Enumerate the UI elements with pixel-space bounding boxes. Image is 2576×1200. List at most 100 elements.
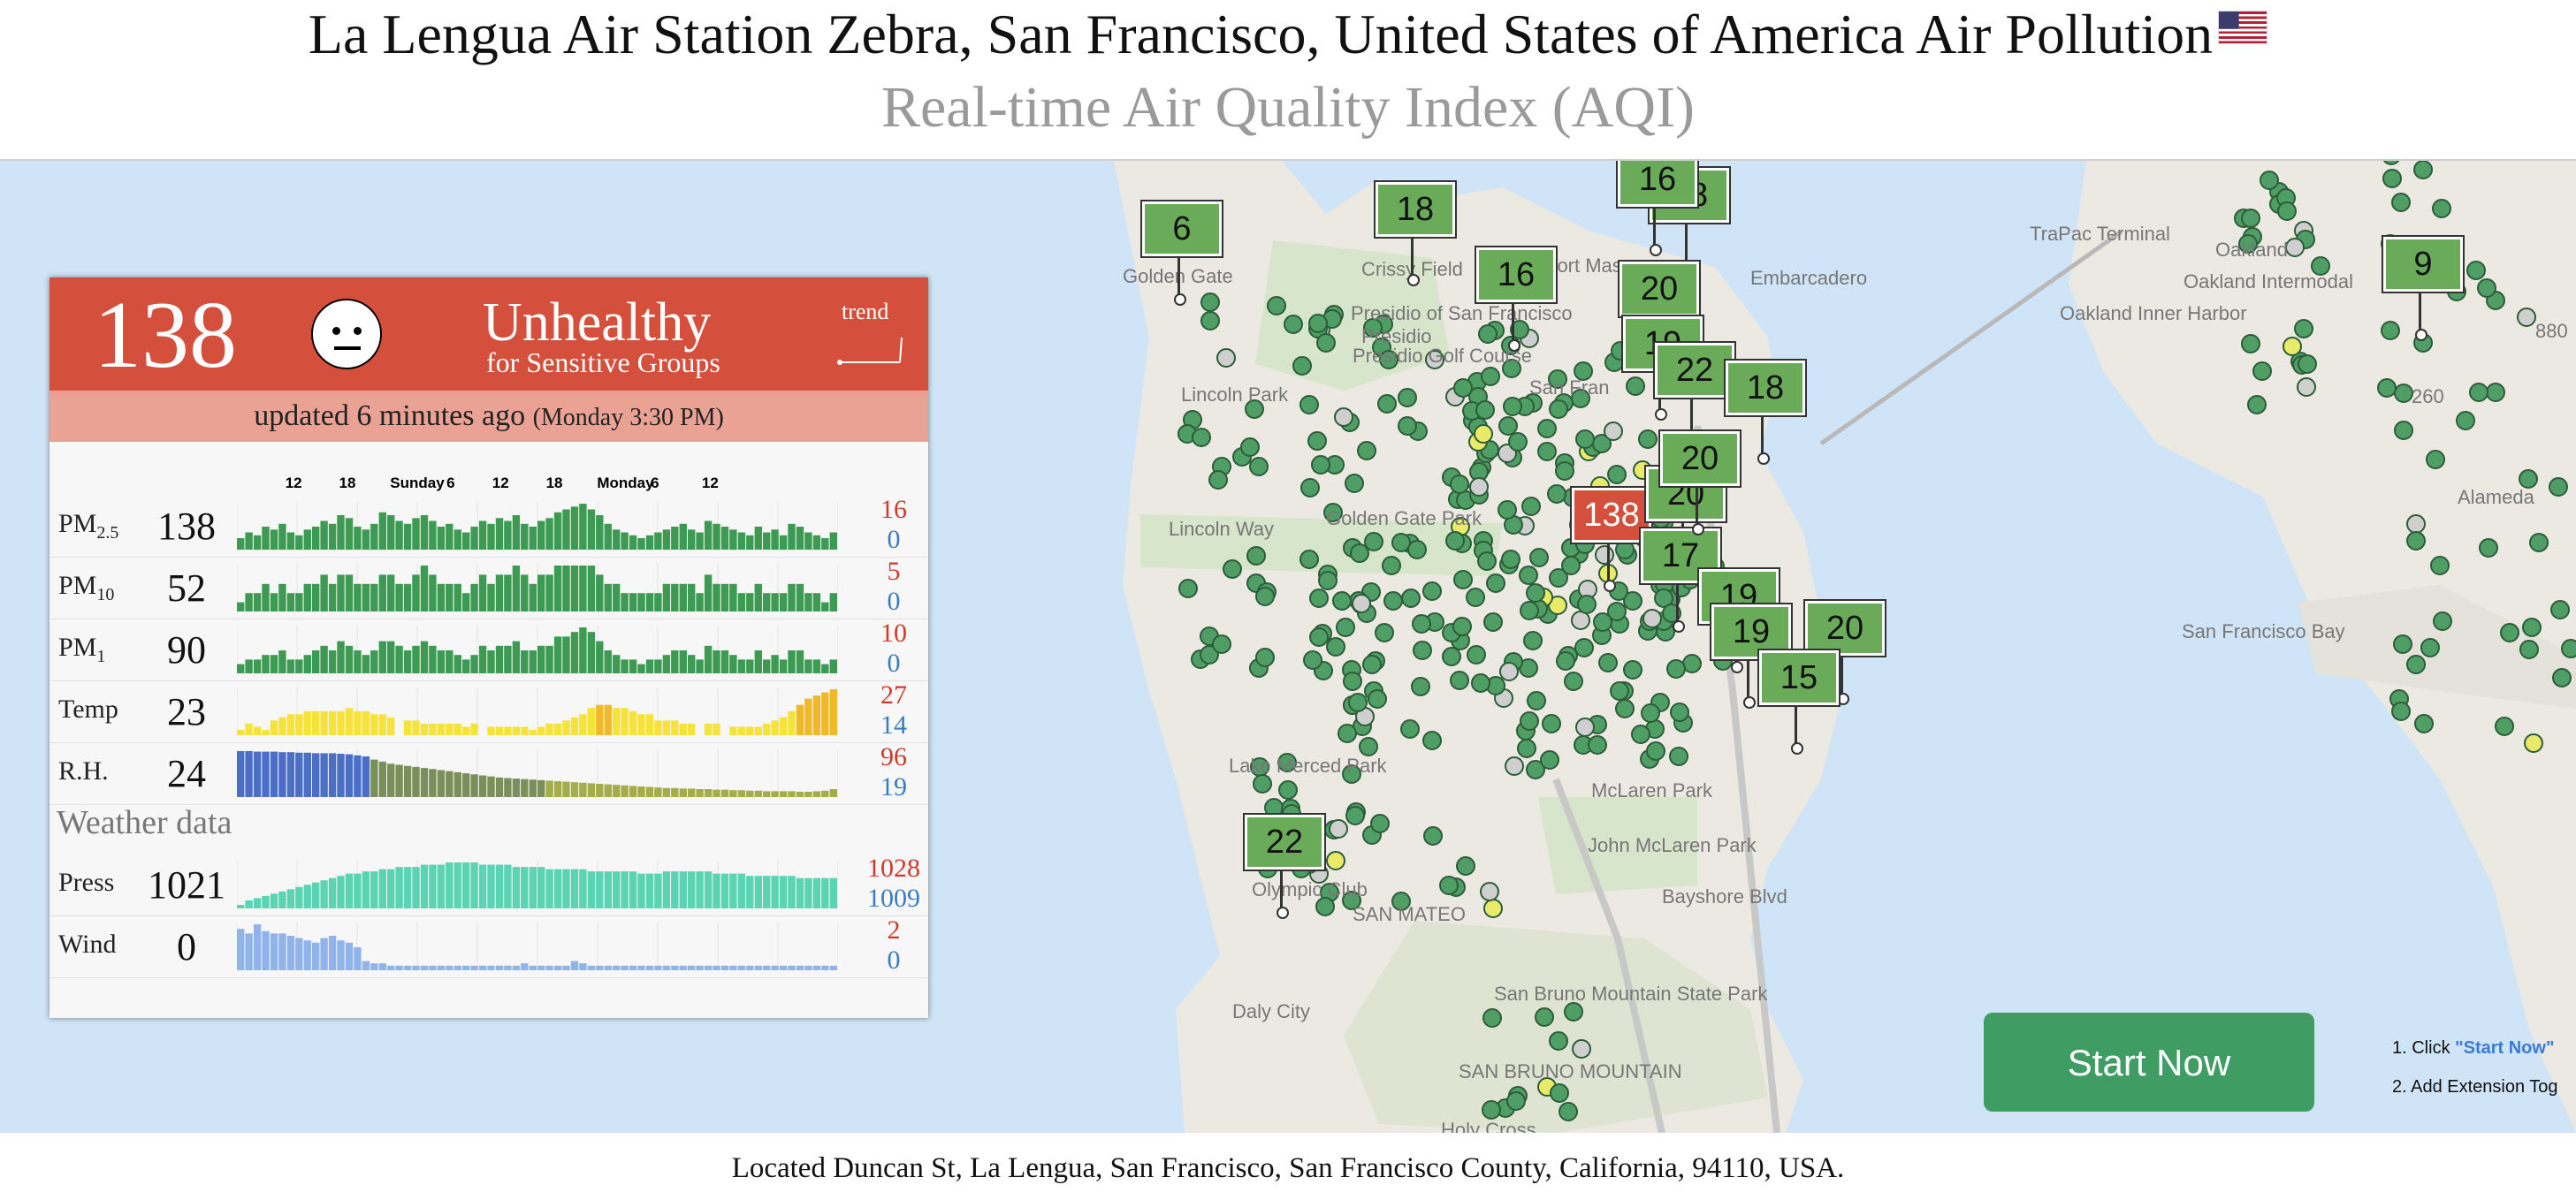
station-dot[interactable] [1669, 747, 1688, 766]
station-dot[interactable] [1299, 395, 1319, 414]
station-dot[interactable] [2561, 639, 2576, 658]
station-dot[interactable] [1407, 540, 1427, 559]
station-dot[interactable] [1610, 681, 1629, 701]
station-dot[interactable] [2477, 278, 2496, 298]
station-dot[interactable] [1377, 394, 1397, 414]
station-dot[interactable] [1370, 814, 1390, 833]
station-dot[interactable] [1486, 573, 1505, 593]
station-dot[interactable] [1255, 648, 1275, 667]
station-dot[interactable] [1526, 583, 1545, 603]
station-dot[interactable] [2377, 378, 2397, 398]
station-dot[interactable] [1615, 540, 1635, 559]
station-dot[interactable] [1631, 725, 1650, 744]
station-dot[interactable] [1352, 594, 1371, 613]
station-dot[interactable] [1450, 671, 1469, 690]
station-dot[interactable] [2294, 319, 2313, 338]
station-dot[interactable] [1223, 559, 1242, 579]
station-dot[interactable] [1480, 882, 1499, 901]
station-dot[interactable] [2469, 383, 2488, 402]
station-dot[interactable] [2522, 618, 2542, 637]
station-dot[interactable] [1411, 677, 1430, 696]
station-dot[interactable] [1467, 645, 1486, 665]
station-dot[interactable] [1471, 673, 1490, 693]
station-dot[interactable] [2247, 395, 2267, 414]
station-dot[interactable] [2414, 714, 2434, 733]
station-dot[interactable] [2550, 600, 2570, 619]
station-dot[interactable] [1477, 551, 1497, 571]
station-dot[interactable] [1216, 348, 1236, 368]
station-dot[interactable] [1641, 703, 1660, 723]
station-dot[interactable] [2298, 354, 2317, 374]
station-dot[interactable] [1559, 1102, 1578, 1121]
station-dot[interactable] [1338, 724, 1357, 743]
station-dot[interactable] [1308, 314, 1328, 333]
station-dot[interactable] [2495, 717, 2514, 736]
station-dot[interactable] [1423, 826, 1443, 846]
station-dot[interactable] [1575, 429, 1595, 449]
station-dot[interactable] [2432, 199, 2451, 218]
station-dot[interactable] [1357, 441, 1376, 460]
station-dot[interactable] [1422, 731, 1442, 750]
station-dot[interactable] [2426, 450, 2445, 469]
station-dot[interactable] [2381, 321, 2400, 340]
station-dot[interactable] [1564, 672, 1583, 691]
station-dot[interactable] [2552, 668, 2572, 687]
station-dot[interactable] [1400, 719, 1420, 739]
station-dot[interactable] [1542, 714, 1561, 733]
station-dot[interactable] [1482, 1008, 1502, 1028]
station-dot[interactable] [1334, 407, 1353, 427]
station-dot[interactable] [2479, 538, 2498, 558]
station-dot[interactable] [1556, 651, 1575, 671]
station-dot[interactable] [1299, 550, 1319, 569]
station-dot[interactable] [2433, 611, 2452, 631]
station-dot[interactable] [2486, 383, 2505, 402]
station-dot[interactable] [1249, 457, 1269, 476]
station-dot[interactable] [1309, 627, 1329, 647]
station-dot[interactable] [1537, 442, 1557, 461]
station-dot[interactable] [1483, 612, 1503, 632]
station-dot[interactable] [1316, 333, 1336, 353]
station-dot[interactable] [1519, 566, 1538, 585]
station-dot[interactable] [1398, 416, 1417, 436]
station-dot[interactable] [1303, 650, 1322, 670]
station-dot[interactable] [1413, 641, 1432, 660]
station-dot[interactable] [1503, 397, 1522, 416]
station-dot[interactable] [1550, 1083, 1569, 1103]
station-dot[interactable] [1549, 399, 1568, 419]
station-dot[interactable] [2241, 209, 2260, 228]
station-dot[interactable] [1359, 737, 1378, 756]
station-dot[interactable] [1348, 693, 1368, 712]
station-dot[interactable] [1537, 419, 1557, 438]
station-dot[interactable] [1300, 478, 1320, 497]
station-dot[interactable] [1326, 637, 1345, 657]
station-dot[interactable] [2420, 638, 2440, 657]
station-dot[interactable] [1574, 638, 1594, 657]
station-dot[interactable] [1520, 601, 1539, 620]
station-dot[interactable] [1292, 356, 1312, 376]
station-dot[interactable] [1439, 876, 1459, 895]
station-dot[interactable] [2241, 334, 2260, 353]
station-dot[interactable] [2517, 308, 2536, 327]
station-dot[interactable] [1469, 477, 1489, 497]
station-dot[interactable] [2500, 623, 2519, 642]
station-dot[interactable] [2283, 337, 2302, 356]
station-dot[interactable] [1575, 718, 1595, 737]
station-dot[interactable] [1577, 595, 1597, 614]
station-dot[interactable] [1598, 653, 1618, 672]
station-dot[interactable] [1200, 292, 1220, 312]
station-dot[interactable] [1540, 750, 1559, 770]
station-dot[interactable] [1523, 631, 1543, 650]
station-dot[interactable] [1412, 614, 1431, 634]
station-dot[interactable] [2297, 377, 2316, 397]
station-dot[interactable] [2519, 640, 2539, 659]
station-dot[interactable] [1547, 484, 1566, 504]
station-dot[interactable] [1521, 497, 1541, 516]
station-dot[interactable] [2277, 201, 2297, 221]
station-dot[interactable] [1345, 474, 1364, 493]
station-dot[interactable] [1572, 1039, 1591, 1059]
station-dot[interactable] [2413, 161, 2433, 179]
station-dot[interactable] [1549, 1031, 1568, 1051]
station-dot[interactable] [2456, 411, 2475, 430]
station-dot[interactable] [1422, 581, 1442, 601]
station-dot[interactable] [2382, 169, 2402, 188]
